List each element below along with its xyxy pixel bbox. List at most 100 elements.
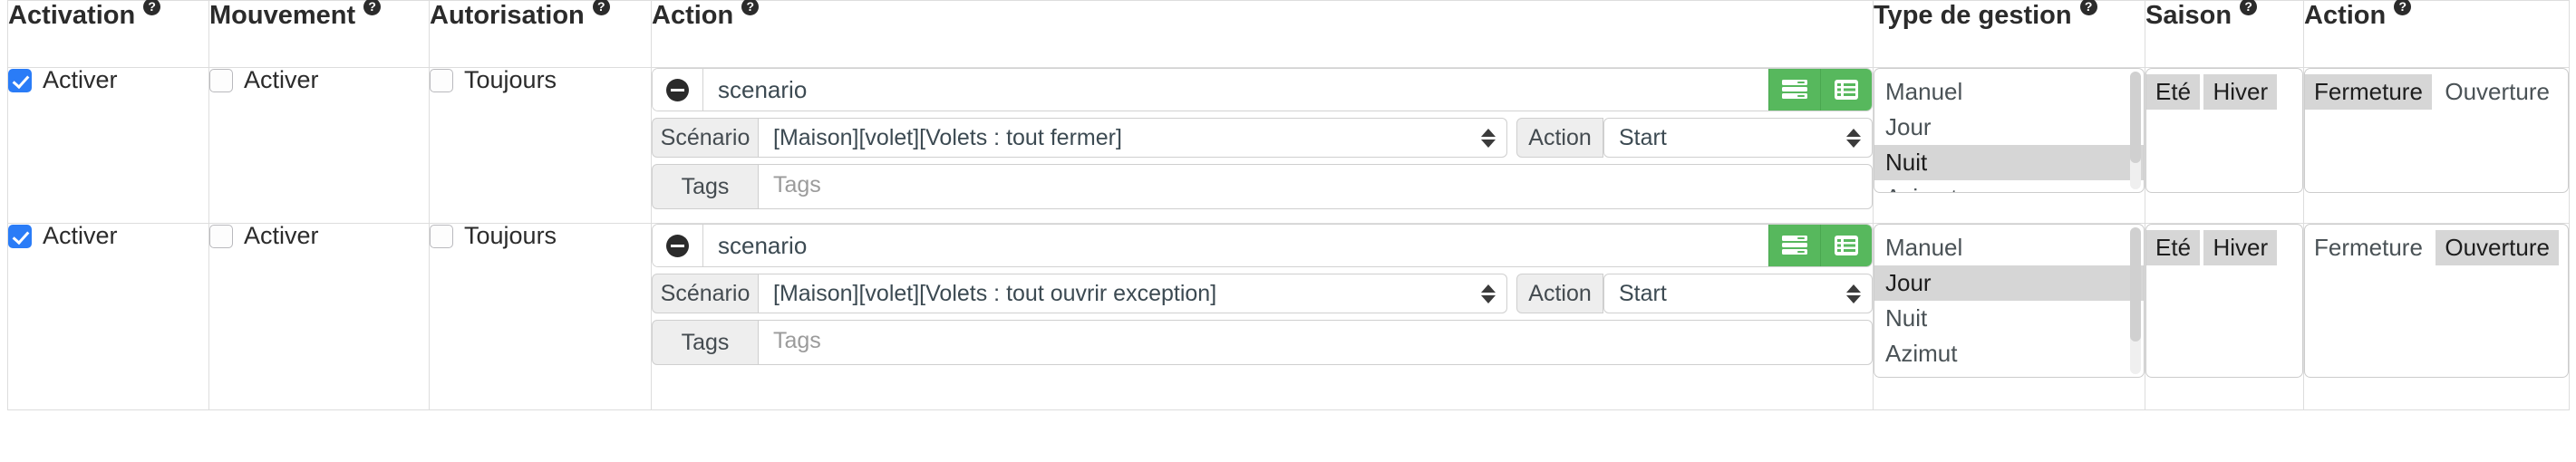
column-header-label: Activation xyxy=(8,1,136,30)
listbox-option[interactable]: Azimut xyxy=(1874,336,2144,371)
scenario-select[interactable]: [Maison][volet][Volets : tout ouvrir exc… xyxy=(759,274,1507,313)
listbox-option-selected[interactable]: Eté xyxy=(2146,230,2201,265)
cell-type-de-gestion: Manuel Jour Nuit Azimut xyxy=(1873,67,2145,224)
cell-mouvement: Activer xyxy=(208,223,430,410)
listbox-option-selected[interactable]: Ouverture xyxy=(2436,230,2559,265)
sliders-button[interactable] xyxy=(1768,225,1820,266)
action-type-select-value: Start xyxy=(1619,280,1667,306)
column-header-label: Autorisation xyxy=(430,1,585,30)
cell-mouvement: Activer xyxy=(208,67,430,224)
scenario-select-value: [Maison][volet][Volets : tout ouvrir exc… xyxy=(773,280,1217,306)
sliders-icon xyxy=(1781,234,1808,257)
activation-checkbox-row[interactable]: Activer xyxy=(8,224,208,248)
action-panel-buttons xyxy=(1768,69,1872,111)
column-header-saison: Saison ? xyxy=(2145,0,2304,68)
autorisation-label: Toujours xyxy=(464,222,557,249)
column-header-activation: Activation ? xyxy=(7,0,209,68)
minus-circle-icon xyxy=(666,78,689,101)
list-table-icon xyxy=(1834,78,1859,101)
help-icon[interactable]: ? xyxy=(143,0,161,15)
action-panel: scenario Scénario [Maison][volet][Volets… xyxy=(652,224,1873,365)
mouvement-checkbox-row[interactable]: Activer xyxy=(209,224,429,248)
scenario-row: Scénario [Maison][volet][Volets : tout f… xyxy=(652,118,1873,158)
sliders-button[interactable] xyxy=(1768,69,1820,111)
saison-listbox[interactable]: Eté Hiver xyxy=(2145,68,2303,193)
activation-checkbox-row[interactable]: Activer xyxy=(8,68,208,92)
mouvement-checkbox[interactable] xyxy=(209,224,233,248)
scenario-row: Scénario [Maison][volet][Volets : tout o… xyxy=(652,274,1873,313)
listbox-scrollbar[interactable] xyxy=(2130,72,2141,189)
mouvement-checkbox[interactable] xyxy=(209,68,233,92)
cell-activation: Activer xyxy=(7,67,209,224)
help-icon[interactable]: ? xyxy=(2079,0,2097,15)
autorisation-checkbox-row[interactable]: Toujours xyxy=(430,224,651,248)
cell-saison: Eté Hiver xyxy=(2145,223,2304,410)
activation-checkbox[interactable] xyxy=(8,224,32,248)
type-de-gestion-listbox[interactable]: Manuel Jour Nuit Azimut xyxy=(1874,68,2145,193)
action-listbox[interactable]: Fermeture Ouverture xyxy=(2304,68,2569,193)
column-header-label: Saison xyxy=(2145,1,2232,30)
list-table-icon xyxy=(1834,234,1859,257)
listbox-option-selected[interactable]: Nuit xyxy=(1874,145,2144,180)
help-icon[interactable]: ? xyxy=(592,0,610,15)
listbox-scrollbar[interactable] xyxy=(2130,227,2141,374)
action-listbox[interactable]: Fermeture Ouverture xyxy=(2304,224,2569,378)
listbox-option[interactable]: Fermeture xyxy=(2305,230,2432,265)
listbox-option[interactable]: Manuel xyxy=(1874,74,2144,110)
scenario-label: Scénario xyxy=(652,274,759,313)
cell-type-de-gestion: Manuel Jour Nuit Azimut xyxy=(1873,223,2145,410)
action-panel: scenario Scénario [Maison][volet][Volets… xyxy=(652,68,1873,209)
cell-saison: Eté Hiver xyxy=(2145,67,2304,224)
tags-label: Tags xyxy=(652,320,759,365)
action-panel-header: scenario xyxy=(652,224,1873,267)
listbox-option[interactable]: Jour xyxy=(1874,110,2144,145)
remove-action-button[interactable] xyxy=(653,69,703,111)
column-header-label: Mouvement xyxy=(209,1,356,30)
help-icon[interactable]: ? xyxy=(2240,0,2258,15)
listbox-option-selected[interactable]: Hiver xyxy=(2203,230,2278,265)
listbox-option[interactable]: Nuit xyxy=(1874,301,2144,336)
cell-action: scenario Scénario [Maison][volet][Volets… xyxy=(651,223,1874,410)
cell-action-list: Fermeture Ouverture xyxy=(2303,67,2570,224)
column-header-type-de-gestion: Type de gestion ? xyxy=(1873,0,2145,68)
listbox-option-selected[interactable]: Fermeture xyxy=(2305,74,2432,110)
action-type-select[interactable]: Start xyxy=(1603,274,1873,313)
remove-action-button[interactable] xyxy=(653,225,703,266)
tags-input[interactable]: Tags xyxy=(759,164,1873,209)
table-row: Activer Activer Toujours scenario Scénar… xyxy=(7,67,2570,224)
saison-listbox[interactable]: Eté Hiver xyxy=(2145,224,2303,378)
cell-activation: Activer xyxy=(7,223,209,410)
activation-checkbox[interactable] xyxy=(8,68,32,92)
cell-autorisation: Toujours xyxy=(429,223,652,410)
listbox-option-selected[interactable]: Hiver xyxy=(2203,74,2278,110)
help-icon[interactable]: ? xyxy=(363,0,382,15)
listbox-option-selected[interactable]: Eté xyxy=(2146,74,2201,110)
listbox-option-selected[interactable]: Jour xyxy=(1874,265,2144,301)
column-header-mouvement: Mouvement ? xyxy=(208,0,430,68)
action-type-select[interactable]: Start xyxy=(1603,118,1873,158)
list-table-button[interactable] xyxy=(1820,225,1872,266)
chevron-updown-icon xyxy=(1481,128,1496,148)
action-type-select-value: Start xyxy=(1619,124,1667,150)
activation-label: Activer xyxy=(43,222,118,249)
action-name: scenario xyxy=(703,69,1768,111)
autorisation-checkbox[interactable] xyxy=(430,224,453,248)
help-icon[interactable]: ? xyxy=(741,0,760,15)
listbox-option[interactable]: Manuel xyxy=(1874,230,2144,265)
tags-input[interactable]: Tags xyxy=(759,320,1873,365)
autorisation-checkbox-row[interactable]: Toujours xyxy=(430,68,651,92)
action-name: scenario xyxy=(703,225,1768,266)
scenario-select[interactable]: [Maison][volet][Volets : tout fermer] xyxy=(759,118,1507,158)
mouvement-label: Activer xyxy=(244,222,319,249)
cell-action-list: Fermeture Ouverture xyxy=(2303,223,2570,410)
list-table-button[interactable] xyxy=(1820,69,1872,111)
listbox-option[interactable]: Azimut xyxy=(1874,180,2144,192)
help-icon[interactable]: ? xyxy=(2394,0,2412,15)
minus-circle-icon xyxy=(666,234,689,257)
mouvement-checkbox-row[interactable]: Activer xyxy=(209,68,429,92)
column-header-autorisation: Autorisation ? xyxy=(429,0,652,68)
type-de-gestion-listbox[interactable]: Manuel Jour Nuit Azimut xyxy=(1874,224,2145,378)
autorisation-checkbox[interactable] xyxy=(430,68,453,92)
listbox-option[interactable]: Ouverture xyxy=(2436,74,2559,110)
